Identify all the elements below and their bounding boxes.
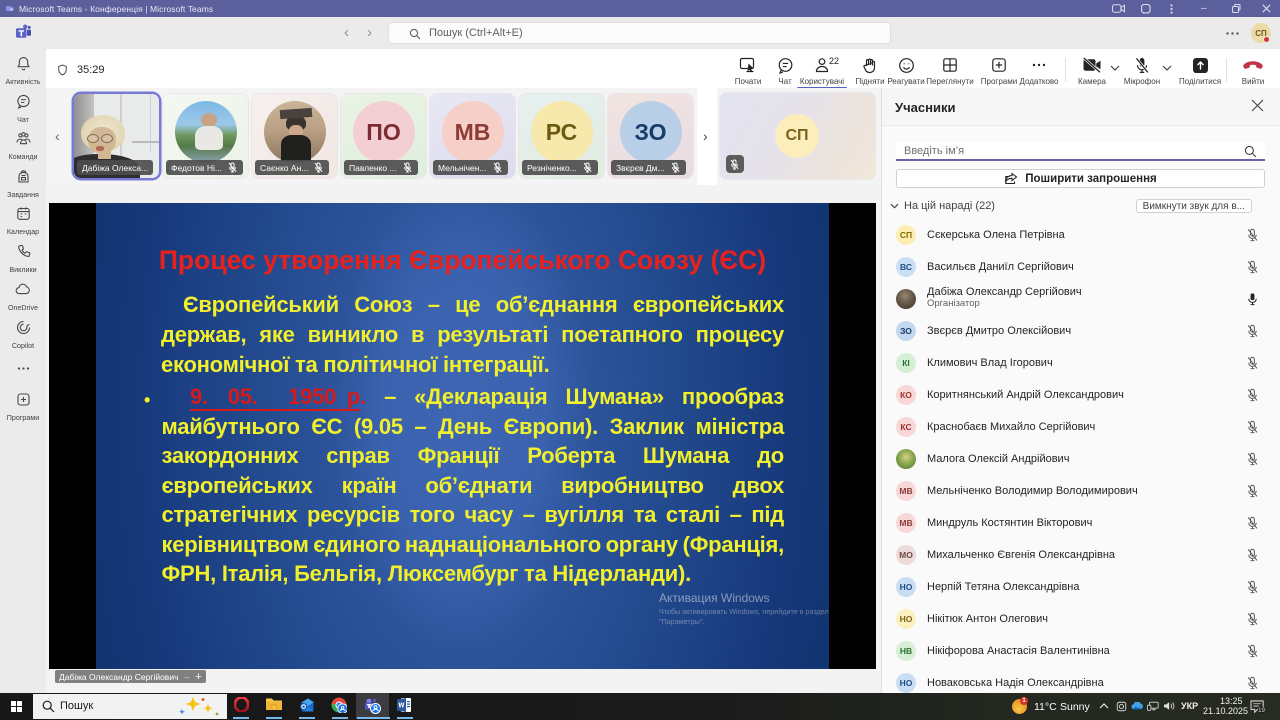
svg-text:19: 19 — [1258, 708, 1265, 714]
